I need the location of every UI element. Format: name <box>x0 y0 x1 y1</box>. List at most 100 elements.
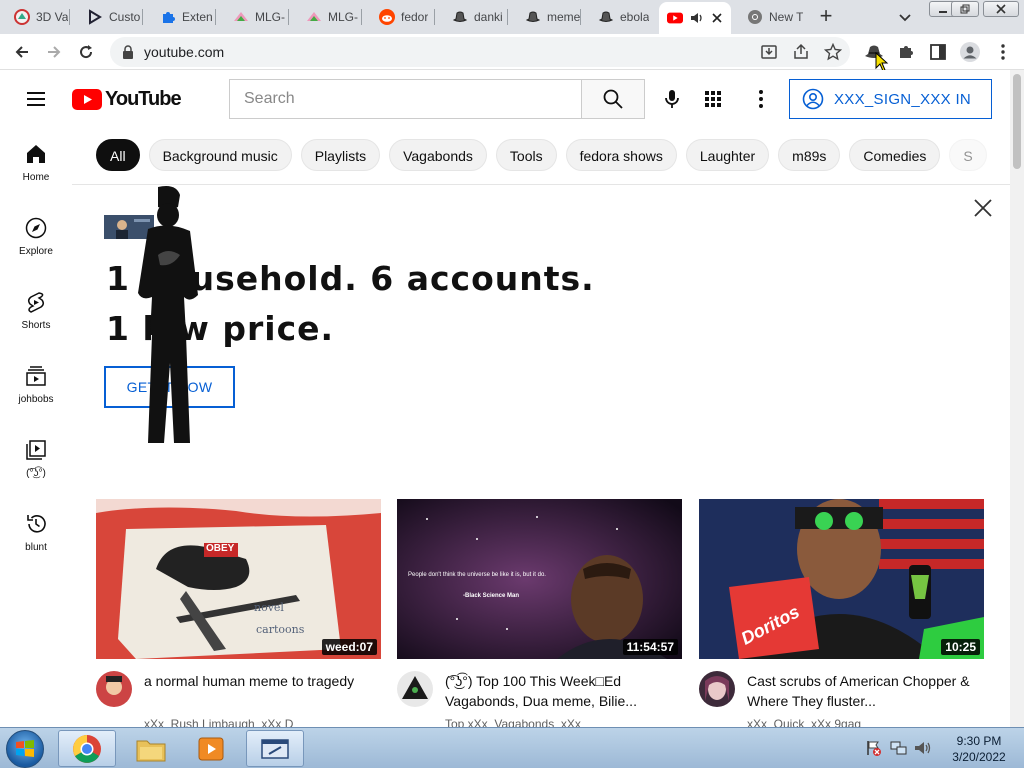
sign-in-label: XXX_SIGN_XXX IN <box>834 90 972 108</box>
video-card[interactable]: Doritos 10:25 Cast scrubs of American Ch… <box>699 499 984 727</box>
windows-taskbar: 9:30 PM 3/20/2022 <box>0 727 1024 768</box>
speaker-icon[interactable] <box>689 10 705 26</box>
channel-avatar[interactable] <box>397 671 433 707</box>
more-options-icon[interactable] <box>749 87 773 111</box>
channel-name[interactable]: xXx_Rush Limbaugh_xXx D <box>144 717 293 727</box>
app-tab-icon <box>233 9 249 25</box>
video-title[interactable]: a normal human meme to tragedy <box>144 671 374 691</box>
microphone-icon[interactable] <box>660 87 684 111</box>
channel-avatar[interactable] <box>96 671 132 707</box>
guide-item-shorts[interactable]: Shorts <box>0 276 72 346</box>
taskbar-window-button[interactable] <box>246 730 304 767</box>
restore-button[interactable] <box>951 1 979 17</box>
extensions-puzzle-icon[interactable] <box>896 42 916 62</box>
tab-meme[interactable]: meme <box>511 4 581 30</box>
tab-youtube-active[interactable] <box>659 2 731 34</box>
media-player-icon <box>198 737 224 760</box>
volume-icon[interactable] <box>914 740 932 761</box>
library-icon <box>24 438 48 462</box>
guide-item-history[interactable]: blunt <box>0 498 72 568</box>
search-button[interactable] <box>581 79 645 119</box>
puzzle-tab-icon <box>160 9 176 25</box>
share-icon[interactable] <box>791 42 811 62</box>
video-thumbnail[interactable]: OBEY novel cartoons weed:07 <box>96 499 381 659</box>
channel-name[interactable]: xXx_Quick_xXx 9gag <box>747 717 861 727</box>
apps-grid-icon[interactable] <box>701 87 725 111</box>
video-duration: 10:25 <box>941 639 980 655</box>
chip[interactable]: m89s <box>778 139 841 171</box>
taskbar-chrome-button[interactable] <box>58 730 116 767</box>
guide-item-library[interactable]: (͡°͜ʖ͡°) <box>0 424 72 494</box>
tab-fedora-reddit[interactable]: fedor <box>365 4 435 30</box>
video-thumbnail[interactable]: Doritos 10:25 <box>699 499 984 659</box>
channel-name[interactable]: Top xXx_Vagabonds_xXx <box>445 717 581 727</box>
tab-danki[interactable]: danki <box>438 4 508 30</box>
home-icon <box>24 142 48 166</box>
profile-avatar-icon[interactable] <box>960 42 980 62</box>
address-bar[interactable]: youtube.com <box>110 37 850 67</box>
chip[interactable]: Vagabonds <box>389 139 487 171</box>
tab-extensions[interactable]: Exten <box>146 4 216 30</box>
network-icon[interactable] <box>890 740 908 761</box>
video-title[interactable]: Cast scrubs of American Chopper & Where … <box>747 671 977 711</box>
guide-item-explore[interactable]: Explore <box>0 202 72 272</box>
url-text[interactable]: youtube.com <box>144 44 224 60</box>
tab-mlg-2[interactable]: MLG- <box>292 4 362 30</box>
taskbar-media-player-button[interactable] <box>182 730 240 767</box>
thumbnail-text: -Black Science Man <box>463 593 520 599</box>
chip[interactable]: Playlists <box>300 139 381 171</box>
tab-mlg-1[interactable]: MLG- <box>219 4 289 30</box>
chip-all[interactable]: All <box>96 139 140 171</box>
youtube-logo[interactable]: YouTube <box>72 88 182 111</box>
arrow-tab-icon <box>87 9 103 25</box>
tab-custom[interactable]: Custo <box>73 4 143 30</box>
close-tab-icon[interactable] <box>709 10 725 26</box>
premium-promo-banner: 1 household. 6 accounts. 1 low price. GE… <box>72 185 1010 443</box>
chrome-tab-icon <box>747 9 763 25</box>
video-card[interactable]: People don't think the universe be like … <box>397 499 682 727</box>
chip[interactable]: S <box>949 139 987 171</box>
chip[interactable]: fedora shows <box>565 139 677 171</box>
fedora-tab-icon <box>598 9 614 25</box>
side-panel-icon[interactable] <box>928 42 948 62</box>
guide-item-subscriptions[interactable]: johbobs <box>0 350 72 420</box>
tab-new-tab[interactable]: New T <box>733 4 803 30</box>
video-meta: a normal human meme to tragedy xXx_Rush … <box>96 671 381 727</box>
chip[interactable]: Laughter <box>685 139 770 171</box>
guide-item-home[interactable]: Home <box>0 128 72 198</box>
video-thumbnail[interactable]: People don't think the universe be like … <box>397 499 682 659</box>
close-icon[interactable] <box>972 197 994 219</box>
video-card[interactable]: OBEY novel cartoons weed:07 a normal hum… <box>96 499 381 727</box>
close-window-button[interactable] <box>983 1 1019 17</box>
page-scrollbar[interactable] <box>1010 70 1024 727</box>
search-input[interactable] <box>229 79 582 119</box>
chrome-menu-icon[interactable] <box>993 42 1013 62</box>
back-icon[interactable] <box>12 42 32 62</box>
tab-ebola[interactable]: ebola <box>584 4 654 30</box>
action-center-flag-icon[interactable] <box>866 740 882 761</box>
channel-avatar[interactable] <box>699 671 735 707</box>
scrollbar-thumb[interactable] <box>1013 74 1021 169</box>
tab-search-icon[interactable] <box>896 8 914 26</box>
thumbnail-text: People don't think the universe be like … <box>408 572 546 578</box>
bookmark-star-icon[interactable] <box>823 42 843 62</box>
lock-icon[interactable] <box>122 45 134 59</box>
tab-3d[interactable]: 3D Va <box>0 4 70 30</box>
install-icon[interactable] <box>759 42 779 62</box>
sign-in-button[interactable]: XXX_SIGN_XXX IN <box>789 79 992 119</box>
new-tab-button[interactable]: + <box>815 5 837 27</box>
taskbar-clock[interactable]: 9:30 PM 3/20/2022 <box>944 733 1014 765</box>
window-switch-icon <box>261 738 289 759</box>
video-title[interactable]: (͡°͜ʖ͡°) Top 100 This Week□Ed Vagabonds,… <box>445 671 675 711</box>
chip[interactable]: Background music <box>148 139 292 171</box>
chip[interactable]: Tools <box>495 139 557 171</box>
reload-icon[interactable] <box>76 42 96 62</box>
compass-icon <box>24 216 48 240</box>
chip[interactable]: Comedies <box>849 139 941 171</box>
forward-icon[interactable] <box>44 42 64 62</box>
video-grid: OBEY novel cartoons weed:07 a normal hum… <box>96 499 986 727</box>
start-button[interactable] <box>6 730 44 768</box>
taskbar-explorer-button[interactable] <box>122 730 180 767</box>
fedora-tab-icon <box>525 9 541 25</box>
hamburger-menu-icon[interactable] <box>24 87 48 111</box>
